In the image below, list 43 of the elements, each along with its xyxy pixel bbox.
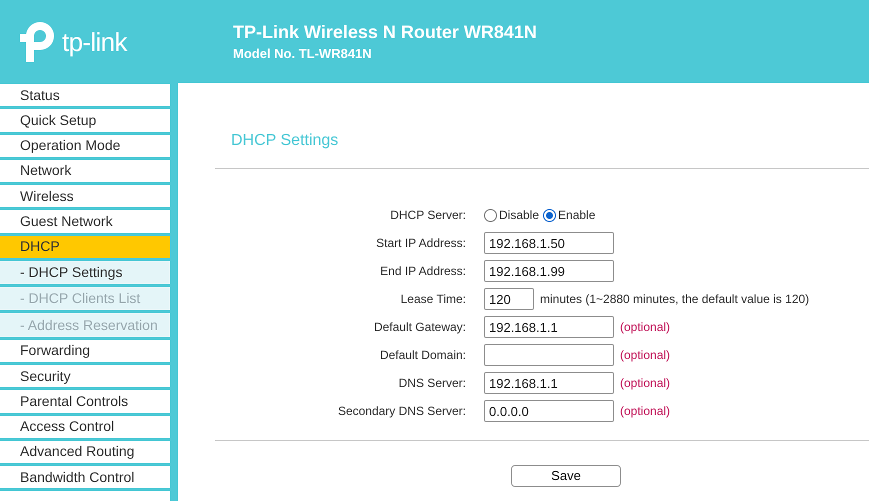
radio-label: Enable — [558, 207, 596, 224]
input-field[interactable]: 192.168.1.1 — [484, 372, 614, 394]
sidebar-item[interactable]: Quick Setup — [0, 109, 170, 132]
sidebar-item[interactable]: Operation Mode — [0, 134, 170, 157]
field-label: DNS Server: — [398, 376, 466, 390]
sidebar-subitem[interactable]: - DHCP Settings — [0, 260, 170, 284]
optional-note: (optional) — [620, 375, 670, 392]
input-field[interactable]: 192.168.1.1 — [484, 316, 614, 338]
hint-text: minutes (1~2880 minutes, the default value is 120) — [540, 291, 810, 308]
sidebar-item[interactable]: DHCP — [0, 236, 170, 258]
input-field[interactable]: 0.0.0.0 — [484, 400, 614, 422]
field-label: Default Gateway: — [374, 320, 466, 334]
radio-label: Disable — [499, 207, 540, 224]
optional-note: (optional) — [620, 347, 670, 364]
field-label: Lease Time: — [400, 292, 466, 306]
input-field[interactable] — [484, 344, 614, 366]
sidebar-item[interactable]: Bandwidth Control — [0, 466, 170, 488]
logo-text: tp-link — [62, 28, 127, 54]
radio-button[interactable] — [484, 208, 497, 222]
router-title: TP-Link Wireless N Router WR841N — [233, 20, 537, 44]
radio-button[interactable] — [543, 208, 556, 222]
sidebar-item[interactable]: Security — [0, 365, 170, 388]
field-label: DHCP Server: — [390, 208, 466, 222]
field-label: Start IP Address: — [376, 236, 466, 250]
sidebar-item[interactable]: Guest Network — [0, 210, 170, 233]
sidebar-item[interactable]: Access Control — [0, 416, 170, 438]
optional-note: (optional) — [620, 319, 670, 336]
field-label: Secondary DNS Server: — [338, 404, 466, 418]
input-field[interactable]: 192.168.1.50 — [484, 232, 614, 254]
field-label: End IP Address: — [380, 264, 466, 278]
input-field[interactable]: 120 — [484, 288, 534, 310]
sidebar-item[interactable]: Status — [0, 84, 170, 106]
save-button[interactable]: Save — [511, 465, 621, 487]
sidebar-item[interactable]: Network — [0, 160, 170, 182]
field-label: Default Domain: — [380, 348, 466, 362]
sidebar-item[interactable]: Parental Controls — [0, 390, 170, 413]
input-field[interactable]: 192.168.1.99 — [484, 260, 614, 282]
page-heading: DHCP Settings — [231, 130, 338, 150]
optional-note: (optional) — [620, 403, 670, 420]
sidebar-item[interactable]: Wireless — [0, 185, 170, 208]
model-number: Model No. TL-WR841N — [233, 44, 373, 62]
sidebar-item[interactable]: Advanced Routing — [0, 440, 170, 464]
sidebar-item[interactable]: Forwarding — [0, 340, 170, 362]
